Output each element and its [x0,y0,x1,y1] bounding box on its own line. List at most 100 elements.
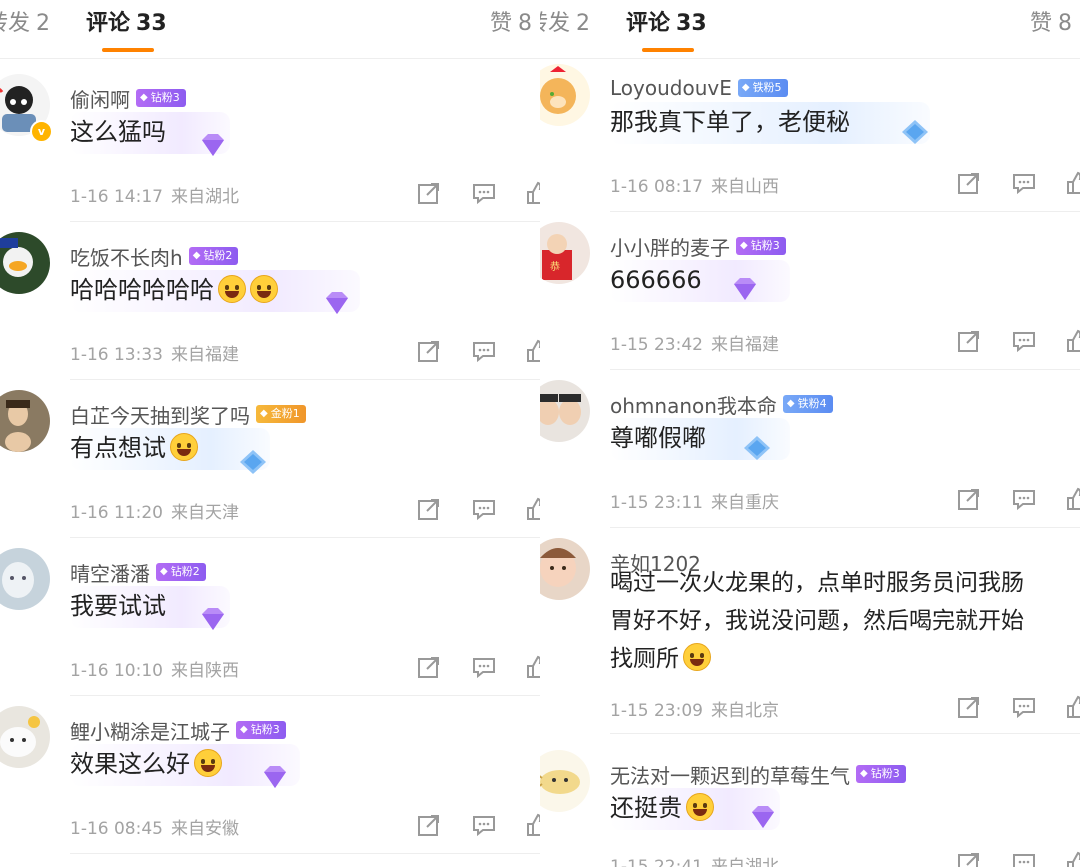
comment-reply-icon[interactable] [471,812,497,838]
comment-reply-icon[interactable] [1011,170,1037,196]
comment-reply-icon[interactable] [471,496,497,522]
comment-text: 效果这么好 [70,748,222,780]
comment-reply-icon[interactable] [1011,486,1037,512]
share-icon[interactable] [956,486,982,512]
share-icon[interactable] [416,496,442,522]
avatar[interactable] [540,380,590,442]
diamond-icon: ◆ [240,724,248,735]
like-icon[interactable] [525,338,540,364]
avatar[interactable] [540,538,590,600]
like-icon[interactable] [525,654,540,680]
fan-badge: ◆ 金粉1 [256,405,306,423]
divider [610,733,1080,734]
avatar[interactable] [0,232,50,294]
comment-text: 666666 [610,266,702,294]
shy-emoji-icon [194,749,222,777]
laugh-cry-emoji-icon [686,793,714,821]
avatar[interactable]: 恭 [540,222,590,284]
comment-reply-icon[interactable] [471,338,497,364]
avatar[interactable] [540,750,590,812]
share-icon[interactable] [956,328,982,354]
comment-text: 有点想试 [70,432,198,464]
diamond-icon: ◆ [140,92,148,103]
diamond-decoration-icon [202,134,224,156]
right-screenshot-panel: 转发2 评论33 赞8 LoyoudouvE ◆铁粉5 那我真下单了，老便秘 1… [540,0,1080,867]
comment-text: 还挺贵 [610,792,714,824]
like-icon[interactable] [1065,170,1080,196]
comment-meta: 1-15 23:11 来自重庆 [610,493,779,513]
comment-meta: 1-16 11:20 来自天津 [70,503,239,523]
avatar[interactable] [0,548,50,610]
comment-reply-icon[interactable] [1011,850,1037,867]
like-icon[interactable] [1065,694,1080,720]
comment-meta: 1-16 13:33 来自福建 [70,345,239,365]
comment-text: 我要试试 [70,592,166,620]
gold-badge-icon: ◆ [260,408,268,419]
comment-item: 吃饭不长肉h ◆ 钻粉2 哈哈哈哈哈哈 1-16 13:33 来自福建 [0,222,540,380]
share-icon[interactable] [956,694,982,720]
comment-reply-icon[interactable] [1011,694,1037,720]
avatar[interactable] [540,64,590,126]
fan-badge: ◆ 铁粉5 [737,79,788,97]
username[interactable]: ohmnanon我本命 [610,390,777,419]
username[interactable]: LoyoudouvE [610,76,732,100]
iron-badge-icon: ◆ [741,82,750,93]
tab-comments[interactable]: 评论 33 [626,8,707,40]
divider [70,853,540,854]
fan-badge: ◆ 钻粉2 [188,247,239,265]
comment-item: 辛如1202 喝过一次火龙果的，点单时服务员问我肠 胃好不好，我说没问题，然后喝… [540,528,1080,734]
username[interactable]: 小小胖的麦子 [610,232,730,261]
comment-reply-icon[interactable] [1011,328,1037,354]
share-icon[interactable] [956,170,982,196]
tab-repost[interactable]: 转发2 [0,8,50,40]
username[interactable]: 鲤小糊涂是江城子 [70,716,230,745]
comment-item: LoyoudouvE ◆ 铁粉5 那我真下单了，老便秘 1-16 08:17 来自山… [540,54,1080,212]
like-icon[interactable] [1065,850,1080,867]
comment-item: 白芷今天抽到奖了吗 ◆ 金粉1 有点想试 1-16 11:20 来自天津 [0,380,540,538]
comment-meta: 1-16 08:17 来自山西 [610,177,779,197]
share-icon[interactable] [416,654,442,680]
comment-item: 晴空潘潘 ◆ 钻粉2 我要试试 1-16 10:10 来自陕西 [0,538,540,696]
diamond-decoration-icon [326,292,348,314]
diamond-icon: ◆ [860,768,868,779]
avatar[interactable] [0,390,50,452]
comment-text: 那我真下单了，老便秘 [610,108,850,136]
diamond-icon: ◆ [192,250,201,261]
like-icon[interactable] [525,496,540,522]
comment-tabs: 转发2 评论33 赞8 [540,0,1080,59]
comment-item: 恭 小小胖的麦子 ◆ 钻粉3 666666 1-15 23:42 来自福建 [540,212,1080,370]
grinning-emoji-icon [218,275,246,303]
share-icon[interactable] [416,338,442,364]
diamond-icon: ◆ [160,566,168,577]
comment-meta: 1-16 14:17 来自湖北 [70,187,239,207]
tab-repost[interactable]: 转发2 [540,8,590,40]
like-icon[interactable] [525,180,540,206]
like-icon[interactable] [1065,486,1080,512]
username[interactable]: 吃饭不长肉h [70,242,183,271]
comment-item: ohmnanon我本命 ◆ 铁粉4 尊嘟假嘟 1-15 23:11 来自重庆 [540,370,1080,528]
comment-tabs: 转发2 评论33 赞8 [0,0,540,59]
comment-reply-icon[interactable] [471,654,497,680]
like-icon[interactable] [525,812,540,838]
like-icon[interactable] [1065,328,1080,354]
comment-meta: 1-16 08:45 来自安徽 [70,819,239,839]
fan-badge: ◆ 铁粉4 [782,395,833,413]
tab-likes[interactable]: 赞8 [490,8,532,40]
svg-text:恭: 恭 [550,261,560,273]
tab-likes[interactable]: 赞8 [1030,8,1072,40]
username[interactable]: 无法对一颗迟到的草莓生气 [610,760,850,789]
fan-badge: ◆ 钻粉3 [736,237,786,255]
username[interactable]: 晴空潘潘 [70,558,150,587]
share-icon[interactable] [416,180,442,206]
username[interactable]: 偷闲啊 [70,84,130,113]
comment-reply-icon[interactable] [471,180,497,206]
share-icon[interactable] [416,812,442,838]
grinning-emoji-icon [250,275,278,303]
comment-item: 鲤小糊涂是江城子 ◆ 钻粉3 效果这么好 1-16 08:45 来自安徽 [0,696,540,854]
avatar[interactable] [0,706,50,768]
diamond-decoration-icon [902,120,928,144]
share-icon[interactable] [956,850,982,867]
username[interactable]: 白芷今天抽到奖了吗 [70,400,250,429]
fan-badge: ◆ 钻粉3 [236,721,286,739]
tab-comments[interactable]: 评论 33 [86,8,167,40]
